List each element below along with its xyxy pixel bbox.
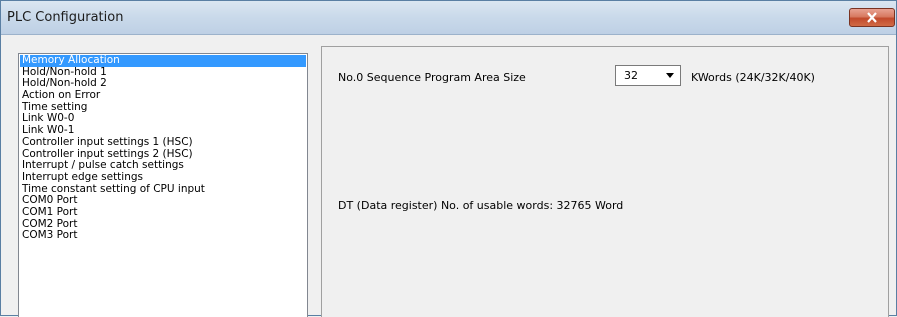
close-icon: [867, 12, 877, 23]
close-button[interactable]: [849, 8, 895, 27]
memory-allocation-panel: No.0 Sequence Program Area Size 32 KWord…: [321, 46, 889, 317]
window-title: PLC Configuration: [7, 10, 124, 25]
dt-usable-words-label: DT (Data register) No. of usable words: …: [338, 199, 624, 212]
list-item-action-on-error[interactable]: Action on Error: [20, 89, 306, 102]
sequence-area-size-select[interactable]: 32: [615, 65, 681, 86]
list-item-memory-allocation[interactable]: Memory Allocation: [20, 54, 306, 67]
title-bar[interactable]: PLC Configuration: [1, 1, 896, 35]
list-item-com3-port[interactable]: COM3 Port: [20, 230, 306, 242]
list-item-com1-port[interactable]: COM1 Port: [20, 206, 306, 219]
configuration-category-list[interactable]: Memory Allocation Hold/Non-hold 1 Hold/N…: [18, 53, 308, 317]
chevron-down-icon: [666, 73, 674, 78]
list-item-interrupt-edge[interactable]: Interrupt edge settings: [20, 171, 306, 184]
plc-configuration-window: PLC Configuration Memory Allocation Hold…: [0, 0, 897, 317]
sequence-area-size-value: 32: [624, 69, 638, 82]
sequence-area-size-label: No.0 Sequence Program Area Size: [338, 71, 526, 84]
list-item-controller-input-1[interactable]: Controller input settings 1 (HSC): [20, 136, 306, 149]
sequence-area-size-unit: KWords (24K/32K/40K): [691, 71, 815, 84]
